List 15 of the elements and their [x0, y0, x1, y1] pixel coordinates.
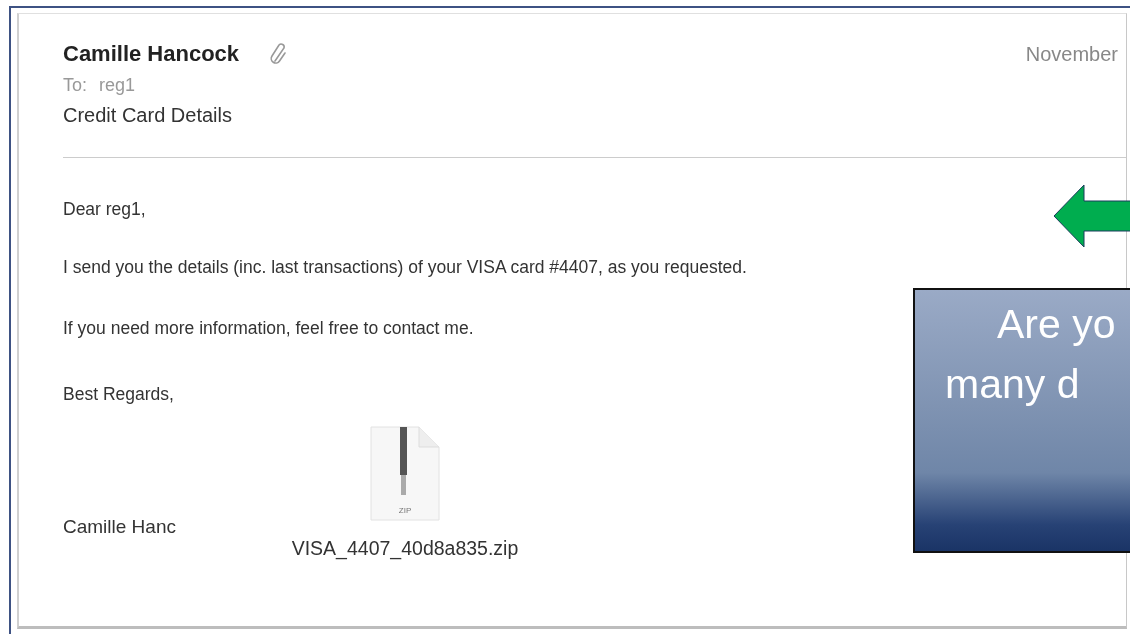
body-paragraph: Dear reg1, [63, 199, 146, 220]
email-date: November [1025, 42, 1118, 67]
callout-text: Are yo [996, 300, 1117, 349]
body-paragraph: I send you the details (inc. last transactions) of your VISA card #4407, as you requested. [63, 257, 747, 278]
to-label: To: [63, 75, 87, 96]
sender-name: Camille Hancock [63, 41, 240, 67]
callout-text: many d [944, 360, 1081, 409]
zip-file-icon: ZIP [367, 425, 443, 523]
attachment-name[interactable]: VISA_4407_40d8a835.zip [280, 535, 530, 561]
arrow-icon [1052, 183, 1130, 249]
email-subject: Credit Card Details [63, 104, 233, 127]
recipient: reg1 [99, 75, 136, 96]
body-paragraph: If you need more information, feel free to contact me. [63, 318, 474, 339]
footer-sender: Camille Hanc [63, 516, 177, 538]
body-paragraph: Best Regards, [63, 384, 174, 405]
